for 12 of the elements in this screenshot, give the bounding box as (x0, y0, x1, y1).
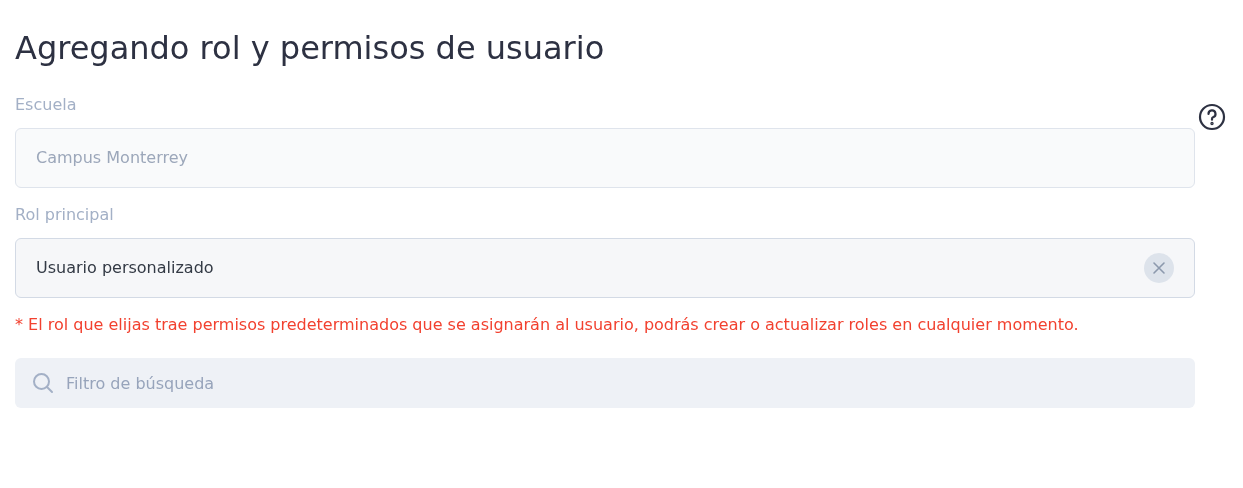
search-field[interactable]: Filtro de búsqueda (15, 358, 1195, 408)
select-field[interactable]: Usuario personalizado (15, 238, 1195, 298)
help-icon[interactable] (1198, 103, 1226, 131)
field-label: Rol principal (15, 204, 114, 226)
field-value: Campus Monterrey (36, 147, 188, 169)
field-value: Usuario personalizado (36, 257, 214, 279)
clear-button[interactable] (1144, 253, 1174, 283)
search-icon (31, 371, 55, 395)
close-icon (1152, 261, 1166, 275)
page-title: Agregando rol y permisos de usuario (15, 28, 605, 69)
role-note: * El rol que elijas trae permisos predeterminados que se asignarán al usuario, podrás crear o actualizar roles en cualquier momento. (15, 314, 1080, 336)
field-label: Escuela (15, 94, 77, 116)
